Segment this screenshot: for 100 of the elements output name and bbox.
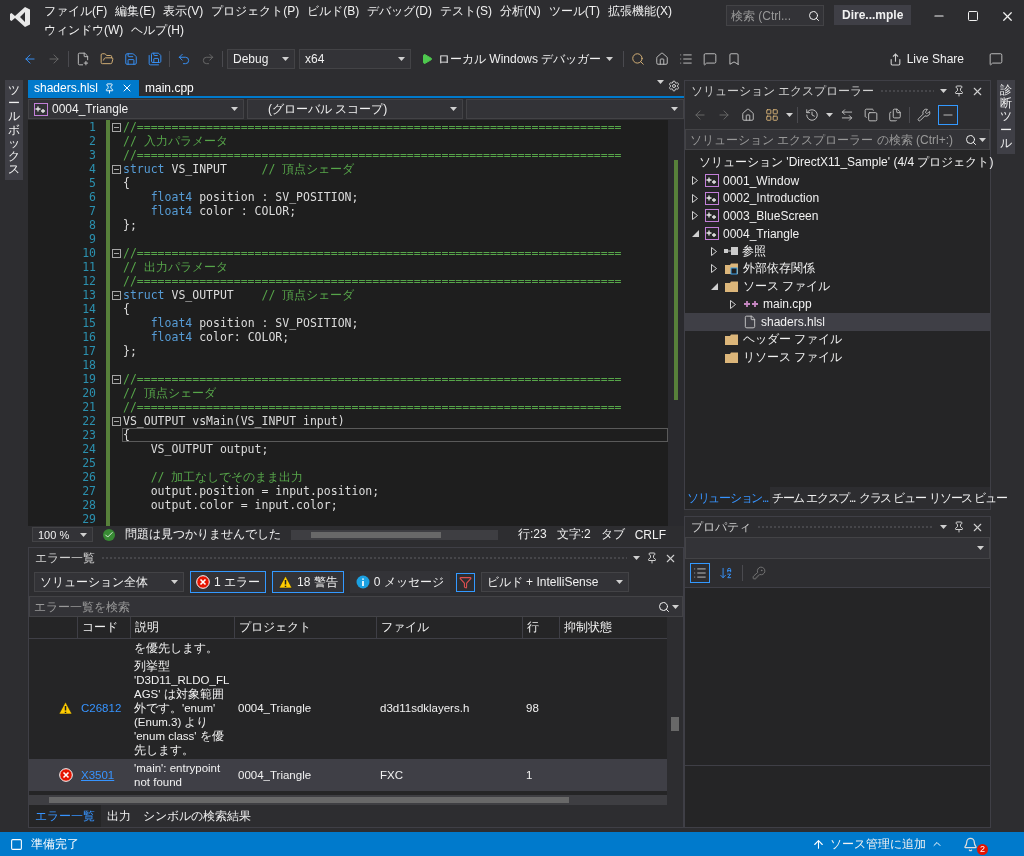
status-icon [10, 837, 23, 851]
platform-dropdown[interactable]: x64 [299, 49, 411, 69]
categorized-button[interactable] [690, 563, 710, 583]
menu-item[interactable]: ビルド(B) [303, 2, 364, 21]
caret-icon [826, 113, 833, 117]
column-header[interactable]: 行 [522, 617, 559, 638]
search-icon [965, 133, 977, 146]
settings-icon[interactable] [668, 80, 680, 92]
search-icon [658, 600, 670, 613]
tree-item[interactable]: 0002_Introduction [685, 189, 990, 208]
expander-icon[interactable] [711, 264, 717, 274]
tree-item[interactable]: main.cpp [685, 295, 990, 314]
search-field[interactable]: ソリューション エクスプローラー の検索 (Ctrl+:) [685, 129, 990, 150]
menu-caret-icon [633, 556, 640, 560]
column-header[interactable]: ファイル [376, 617, 522, 638]
expander-icon[interactable] [692, 211, 698, 221]
configuration-dropdown[interactable]: Debug [227, 49, 295, 69]
code-line: }; [122, 344, 138, 358]
error-code-link[interactable]: C26812 [77, 701, 130, 715]
vertical-scrollbar[interactable] [667, 617, 683, 805]
document-tab[interactable]: main.cpp [139, 80, 200, 96]
panel-tab[interactable]: エラー一覧 [29, 805, 101, 827]
menu-item[interactable]: プロジェクト(P) [207, 2, 304, 21]
line-number: 22 [81, 414, 97, 428]
expander-icon[interactable] [691, 230, 699, 238]
tree-item[interactable]: 参照 [685, 242, 990, 261]
source-dropdown[interactable]: ビルド + IntelliSense [480, 572, 629, 592]
folder-icon [724, 280, 739, 294]
code-line: output.position = input.position; [149, 484, 381, 498]
live-share-button[interactable]: Live Share [882, 51, 970, 67]
expander-icon[interactable] [692, 176, 698, 186]
scope-dropdown[interactable]: ソリューション全体 [34, 572, 184, 592]
document-tab[interactable]: shaders.hlsl [28, 80, 140, 96]
column-header[interactable]: コード [77, 617, 130, 638]
caret-icon [450, 107, 457, 111]
collapse-icon[interactable] [111, 416, 121, 426]
menu-item[interactable]: ウィンドウ(W) [40, 21, 128, 40]
panel-tab[interactable]: チーム エクスプ... [770, 487, 858, 509]
tree-item[interactable]: ソース ファイル [685, 277, 990, 296]
vertical-scrollbar[interactable] [668, 120, 684, 526]
menu-item[interactable]: 編集(E) [111, 2, 160, 21]
expander-icon[interactable] [710, 283, 718, 291]
toolbox-tab[interactable]: ツールボックス [5, 80, 23, 181]
preview-toggle-button[interactable] [938, 105, 958, 125]
panel-tab[interactable]: クラス ビュー [857, 487, 928, 509]
diagnostics-tab[interactable]: 診断ツール [996, 80, 1015, 154]
panel-tab[interactable]: シンボルの検索結果 [137, 805, 257, 827]
zoom-dropdown[interactable]: 100 % [32, 527, 94, 542]
horizontal-scrollbar[interactable] [291, 529, 498, 540]
search-field[interactable]: エラー一覧を検索 [29, 596, 683, 617]
source-control-button[interactable]: ソース管理に追加 [806, 834, 949, 854]
scope-dropdown[interactable]: (グローバル スコープ) [247, 99, 463, 119]
menu-item[interactable]: 分析(N) [496, 2, 545, 21]
line-number: 9 [88, 232, 97, 246]
pin-icon[interactable] [646, 552, 658, 564]
collapse-icon[interactable] [111, 248, 121, 258]
menu-item[interactable]: ヘルプ(H) [127, 21, 188, 40]
search-field[interactable]: 検索 (Ctrl... [726, 5, 824, 26]
tree-item[interactable]: 0001_Window [685, 171, 990, 190]
filter-toggle-button[interactable] [455, 572, 475, 592]
tree-item[interactable]: shaders.hlsl [685, 313, 990, 331]
menu-item[interactable]: 表示(V) [159, 2, 208, 21]
column-header[interactable]: プロジェクト [234, 617, 376, 638]
tree-item[interactable]: 0004_Triangle [685, 224, 990, 243]
run-button[interactable]: ローカル Windows デバッガー [415, 49, 620, 69]
caret-icon [398, 57, 405, 61]
column-header[interactable]: 説明 [130, 617, 234, 638]
horizontal-scrollbar[interactable] [29, 795, 667, 805]
collapse-icon[interactable] [111, 374, 121, 384]
panel-tab[interactable]: 出力 [101, 805, 137, 827]
collapse-icon[interactable] [111, 290, 121, 300]
caret-icon [282, 57, 289, 61]
expander-icon[interactable] [692, 193, 698, 203]
filter-button[interactable]: 0 メッセージ [349, 571, 450, 593]
menu-item[interactable]: ファイル(F) [40, 2, 112, 21]
collapse-icon[interactable] [111, 164, 121, 174]
project-dropdown[interactable]: 0004_Triangle [28, 99, 244, 119]
tree-item[interactable]: 外部依存関係 [685, 260, 990, 278]
code-line: float4 position : SV_POSITION; [149, 316, 360, 330]
expander-icon[interactable] [711, 246, 717, 256]
tree-item[interactable]: ヘッダー ファイル [685, 330, 990, 349]
panel-tab[interactable]: リソース ビュー [927, 487, 1009, 509]
pin-icon[interactable] [953, 521, 965, 533]
caret-icon [786, 113, 793, 117]
filter-button[interactable]: 18 警告 [272, 571, 344, 593]
menu-item[interactable]: テスト(S) [436, 2, 496, 21]
panel-tab[interactable]: ソリューション... [685, 487, 770, 509]
expander-icon[interactable] [730, 299, 736, 309]
tree-item[interactable]: リソース ファイル [685, 348, 990, 367]
menu-item[interactable]: ツール(T) [544, 2, 604, 21]
table-cell-text: d3d11sdklayers.h [379, 701, 471, 715]
tree-item[interactable]: 0003_BlueScreen [685, 207, 990, 225]
menu-item[interactable]: 拡張機能(X) [604, 2, 676, 21]
menu-item[interactable]: デバッグ(D) [363, 2, 436, 21]
collapse-icon[interactable] [111, 122, 121, 132]
filter-button[interactable]: 1 エラー [190, 571, 266, 593]
caret-icon [979, 137, 986, 142]
code-line: { [122, 176, 131, 190]
pin-icon[interactable] [953, 85, 965, 97]
line-number: 17 [81, 344, 97, 358]
